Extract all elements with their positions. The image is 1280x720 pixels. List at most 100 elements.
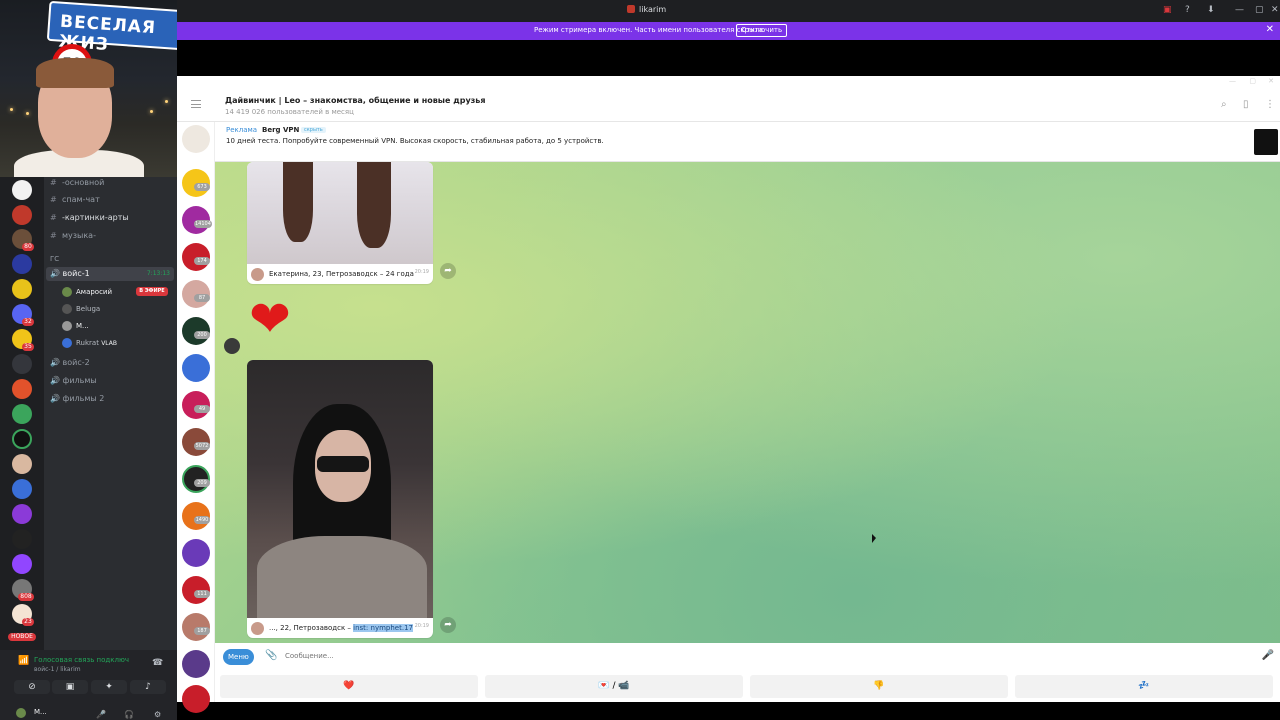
voice-user[interactable]: M... [62, 319, 89, 333]
window-titlebar: likarim ▣ ? ⬇ — ▢ ✕ [177, 0, 1280, 22]
twitch-server-icon[interactable] [12, 554, 32, 574]
voice-user[interactable]: Амаросий [62, 285, 112, 299]
activities-button[interactable]: ✦ [91, 680, 127, 694]
channel-item[interactable]: # -основной [50, 176, 104, 190]
ad-hide-button[interactable]: скрыть [301, 127, 326, 133]
caption-highlight[interactable]: inst: nymphet.17 [353, 624, 413, 632]
close-icon[interactable]: ✕ [1268, 77, 1274, 85]
unread-badge: 49 [194, 405, 210, 413]
chat-avatar[interactable] [182, 354, 210, 382]
dislike-button[interactable]: 👎 [750, 675, 1008, 698]
channel-label: -основной [62, 178, 105, 187]
chat-avatar[interactable] [182, 685, 210, 713]
server-icon[interactable] [12, 404, 32, 424]
voice-user[interactable]: Beluga [62, 302, 100, 316]
minimize-icon[interactable]: — [1235, 5, 1244, 15]
cast-icon[interactable]: ▣ [1163, 5, 1172, 15]
voice-channel[interactable]: 🔊 войс-2 [50, 356, 90, 370]
unread-badge: 673 [194, 183, 210, 191]
mic-icon[interactable]: 🎤 [1262, 650, 1274, 661]
chat-avatar[interactable] [182, 125, 210, 153]
maximize-icon[interactable]: ▢ [1255, 5, 1264, 15]
speaker-icon: 🔊 [50, 269, 63, 278]
chat-header: Дайвинчик | Leo – знакомства, общение и … [177, 88, 1280, 122]
user-avatar[interactable] [16, 708, 26, 718]
profile-photo[interactable] [247, 360, 433, 618]
voice-channel[interactable]: 🔊 фильмы [50, 374, 97, 388]
unread-badge: 87 [194, 294, 210, 302]
avatar [62, 304, 72, 314]
sender-avatar[interactable] [224, 338, 240, 354]
minimize-icon[interactable]: — [1229, 77, 1236, 85]
disable-streamer-button[interactable]: Отключить [736, 24, 788, 37]
sunglasses [317, 456, 369, 472]
voice-user-name: Rukrat [76, 339, 99, 347]
server-icon[interactable] [12, 354, 32, 374]
settings-icon[interactable]: ⚙ [154, 710, 161, 719]
telegram-window: — ▢ ✕ Дайвинчик | Leo – знакомства, обще… [177, 76, 1280, 713]
sponsored-banner[interactable]: Реклама Berg VPN скрыть 10 дней теста. П… [215, 122, 1280, 162]
new-badge: НОВОЕ [8, 633, 36, 641]
forward-icon[interactable]: ➦ [440, 263, 456, 279]
unread-badge: 187 [194, 627, 210, 635]
soundboard-button[interactable]: ♪ [130, 680, 166, 694]
chat-avatar[interactable] [182, 650, 210, 678]
message-input[interactable] [285, 652, 1185, 660]
server-icon[interactable] [12, 205, 32, 225]
bot-menu-button[interactable]: Меню [223, 649, 254, 665]
voice-user[interactable]: Rukrat VLAB [62, 336, 117, 350]
maximize-icon[interactable]: ▢ [1249, 77, 1256, 85]
mouse-cursor [872, 534, 876, 543]
menu-icon[interactable] [191, 100, 201, 108]
close-banner-icon[interactable]: ✕ [1266, 24, 1274, 35]
profile-message[interactable]: ..., 22, Петрозаводск – inst: nymphet.17… [247, 360, 433, 638]
server-icon[interactable] [12, 454, 32, 474]
voice-user-name: Амаросий [76, 288, 113, 296]
message-caption: Екатерина, 23, Петрозаводск – 24 года 20… [247, 264, 433, 284]
message-video-button[interactable]: 💌 / 📹 [485, 675, 743, 698]
channel-item[interactable]: # спам-чат [50, 193, 100, 207]
download-icon[interactable]: ⬇ [1207, 5, 1215, 15]
profile-photo[interactable] [247, 162, 433, 264]
close-icon[interactable]: ✕ [1271, 5, 1279, 15]
more-icon[interactable]: ⋮ [1265, 99, 1275, 110]
category-label[interactable]: ГС [50, 252, 59, 266]
server-icon[interactable] [12, 429, 32, 449]
attach-icon[interactable]: 📎 [265, 650, 277, 661]
voice-user-name: Beluga [76, 305, 101, 313]
channel-item[interactable]: # -картинки-арты [50, 211, 129, 225]
server-icon[interactable] [12, 254, 32, 274]
disconnect-icon[interactable]: ☎ [152, 658, 163, 668]
screen-share-button[interactable]: ▣ [52, 680, 88, 694]
server-icon[interactable] [12, 180, 32, 200]
channel-item[interactable]: # музыка- [50, 229, 96, 243]
server-icon[interactable] [12, 529, 32, 549]
message-area: Екатерина, 23, Петрозаводск – 24 года 20… [215, 162, 1280, 643]
server-badge: 23 [22, 618, 34, 626]
profile-message[interactable]: Екатерина, 23, Петрозаводск – 24 года 20… [247, 162, 433, 284]
hash-icon: # [50, 231, 57, 240]
video-off-button[interactable]: ⊘ [14, 680, 50, 694]
headphones-icon[interactable]: 🎧 [124, 710, 134, 719]
server-icon[interactable] [12, 479, 32, 499]
voice-channel[interactable]: 🔊 фильмы 2 [50, 392, 104, 406]
sidebar-toggle-icon[interactable]: ▯ [1243, 99, 1249, 110]
voice-channel-active[interactable]: 🔊 войс-1 7:13:13 [46, 267, 174, 281]
signal-icon: 📶 [18, 656, 30, 666]
mic-icon[interactable]: 🎤 [96, 710, 106, 719]
unread-badge: 14104 [194, 220, 212, 228]
avatar [62, 287, 72, 297]
server-icon[interactable] [12, 279, 32, 299]
search-icon[interactable]: ⌕ [1221, 99, 1227, 110]
sleep-button[interactable]: 💤 [1015, 675, 1273, 698]
chat-avatar[interactable] [182, 539, 210, 567]
like-button[interactable]: ❤️ [220, 675, 478, 698]
heart-reaction: ❤ [249, 290, 291, 348]
server-icon[interactable] [12, 379, 32, 399]
unread-badge: 200 [194, 331, 210, 339]
hash-icon: # [50, 178, 57, 187]
server-icon[interactable] [12, 504, 32, 524]
chat-title[interactable]: Дайвинчик | Leo – знакомства, общение и … [225, 96, 486, 105]
help-icon[interactable]: ? [1185, 5, 1190, 15]
forward-icon[interactable]: ➦ [440, 617, 456, 633]
